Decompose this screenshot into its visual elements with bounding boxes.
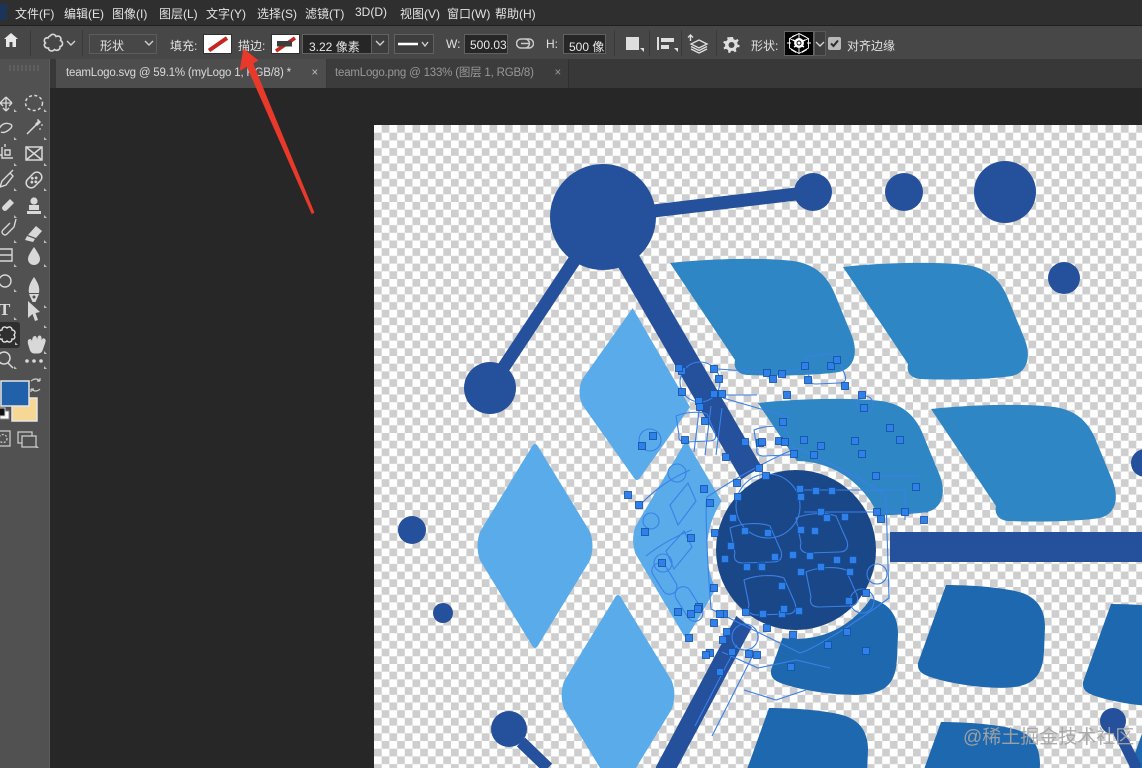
svg-text:T: T [0, 300, 11, 319]
svg-text:@稀土掘金技术社区: @稀土掘金技术社区 [963, 726, 1134, 748]
